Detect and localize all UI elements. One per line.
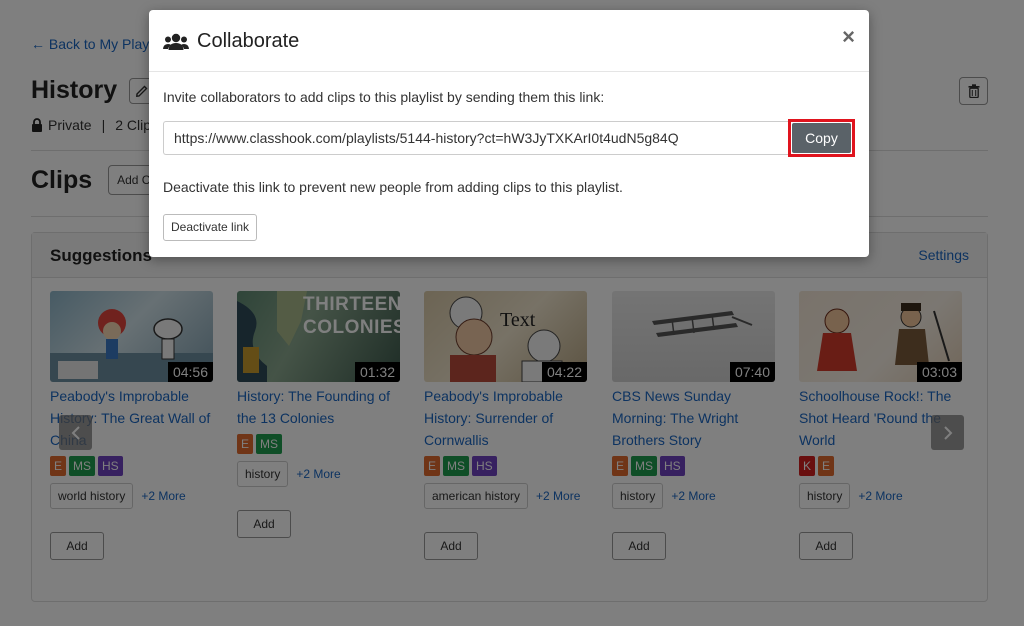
modal-title-group: Collaborate bbox=[163, 30, 299, 53]
deactivate-link-button[interactable]: Deactivate link bbox=[163, 214, 258, 241]
collaborate-modal: Collaborate × Invite collaborators to ad… bbox=[149, 10, 869, 257]
modal-header: Collaborate × bbox=[149, 10, 869, 72]
share-link-row: Copy bbox=[163, 119, 855, 157]
deactivate-description: Deactivate this link to prevent new peop… bbox=[163, 179, 623, 195]
copy-button-highlight: Copy bbox=[788, 119, 855, 157]
modal-body: Invite collaborators to add clips to thi… bbox=[163, 72, 855, 241]
invite-description: Invite collaborators to add clips to thi… bbox=[163, 89, 605, 105]
modal-title: Collaborate bbox=[197, 30, 300, 52]
users-icon bbox=[163, 33, 189, 50]
share-link-input[interactable] bbox=[163, 121, 788, 155]
close-icon[interactable]: × bbox=[842, 26, 855, 48]
copy-button[interactable]: Copy bbox=[792, 123, 851, 153]
